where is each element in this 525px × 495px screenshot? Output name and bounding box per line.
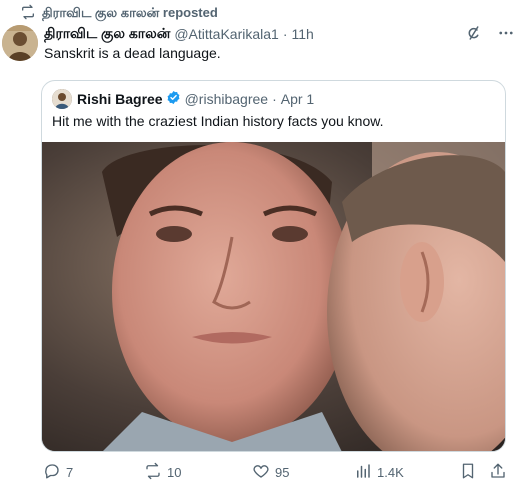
tweet-time[interactable]: 11h <box>291 26 313 42</box>
quote-media-image[interactable] <box>42 142 505 451</box>
quote-header: Rishi Bagree @rishibagree · Apr 1 <box>52 89 314 109</box>
tweet-header: திராவிட குல காலன் @AtittaKarikala1 · 11h <box>44 24 515 44</box>
bookmark-icon <box>459 462 482 483</box>
quote-author-avatar <box>52 89 72 109</box>
heart-icon <box>252 462 275 483</box>
separator-dot: · <box>282 26 288 42</box>
bookmark-button[interactable] <box>459 462 482 483</box>
repost-button[interactable]: 10 <box>144 462 181 483</box>
share-icon <box>489 462 512 483</box>
quote-author-name: Rishi Bagree <box>77 91 163 107</box>
quote-text: Hit me with the craziest Indian history … <box>52 113 384 129</box>
reply-count: 7 <box>66 464 74 480</box>
repost-indicator[interactable]: திராவிட குல காலன் reposted <box>14 3 218 23</box>
views-icon <box>354 462 377 483</box>
grok-icon[interactable] <box>465 24 483 45</box>
quote-author-handle: @rishibagree <box>184 91 269 107</box>
like-button[interactable]: 95 <box>252 462 289 483</box>
tweet-action-bar: 7 10 95 1.4K <box>41 460 511 484</box>
reply-button[interactable]: 7 <box>43 462 73 483</box>
repost-icon <box>14 4 42 23</box>
author-name[interactable]: திராவிட குல காலன் <box>44 25 170 44</box>
tweet-text: Sanskrit is a dead language. <box>44 45 221 61</box>
quote-separator-dot: · <box>272 91 277 107</box>
reply-icon <box>43 462 66 483</box>
author-handle[interactable]: @AtittaKarikala1 <box>174 26 278 42</box>
verified-badge-icon <box>163 90 185 108</box>
quoted-tweet[interactable]: Rishi Bagree @rishibagree · Apr 1 Hit me… <box>41 80 506 452</box>
repost-label: திராவிட குல காலன் reposted <box>42 4 218 20</box>
share-button[interactable] <box>489 462 512 483</box>
repost-count: 10 <box>167 464 182 480</box>
repost-icon <box>144 462 167 483</box>
author-avatar[interactable] <box>2 25 38 61</box>
quote-date: Apr 1 <box>280 91 315 107</box>
like-count: 95 <box>275 464 290 480</box>
views-count: 1.4K <box>377 464 404 480</box>
views-button[interactable]: 1.4K <box>354 462 404 483</box>
more-icon[interactable] <box>497 24 515 45</box>
